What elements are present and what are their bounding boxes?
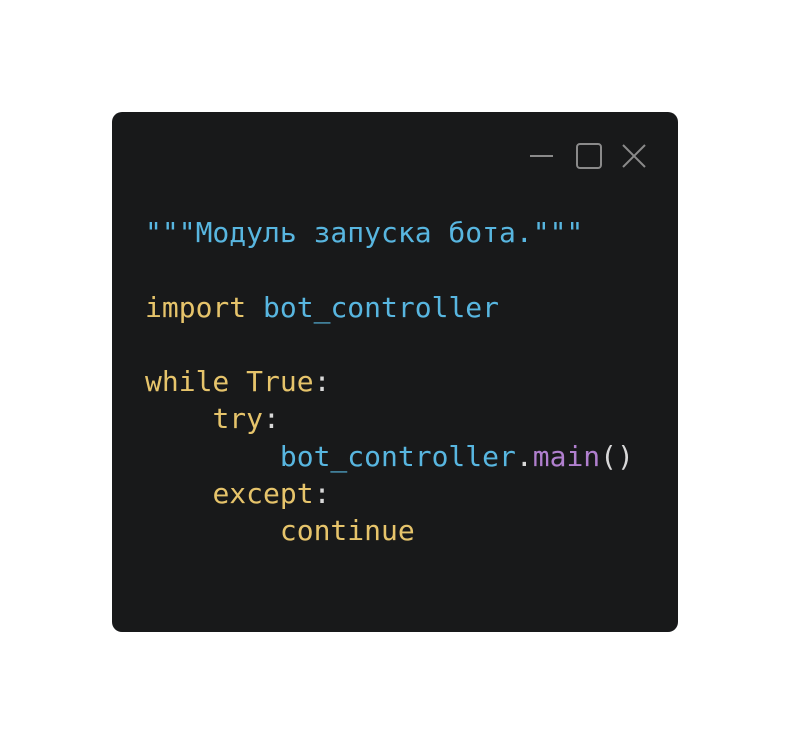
module-name: bot_controller (263, 290, 500, 324)
docstring: """Модуль запуска бота.""" (145, 216, 584, 249)
colon: : (313, 477, 331, 511)
keyword-true: True (246, 365, 314, 399)
code-line-continue: continue (145, 512, 634, 549)
keyword-try: try (212, 402, 264, 436)
code-block: """Модуль запуска бота.""" import bot_co… (145, 214, 634, 550)
dot: . (515, 439, 533, 473)
minimize-icon[interactable] (529, 143, 555, 169)
keyword-while: while (145, 365, 230, 399)
object-name: bot_controller (279, 439, 516, 473)
keyword-except: except (212, 477, 314, 511)
code-line-try: try: (145, 400, 634, 437)
code-line-call: bot_controller.main() (145, 438, 634, 475)
maximize-icon[interactable] (576, 143, 602, 169)
code-line-docstring: """Модуль запуска бота.""" (145, 214, 634, 251)
colon: : (263, 402, 280, 436)
colon: : (313, 365, 331, 399)
keyword-import: import (145, 290, 247, 324)
code-line-import: import bot_controller (145, 289, 634, 326)
keyword-continue: continue (279, 514, 415, 548)
close-icon[interactable] (621, 143, 647, 169)
code-line-while: while True: (145, 363, 634, 400)
code-line-except: except: (145, 475, 634, 512)
parens: () (600, 439, 634, 473)
method-name: main (532, 439, 601, 473)
